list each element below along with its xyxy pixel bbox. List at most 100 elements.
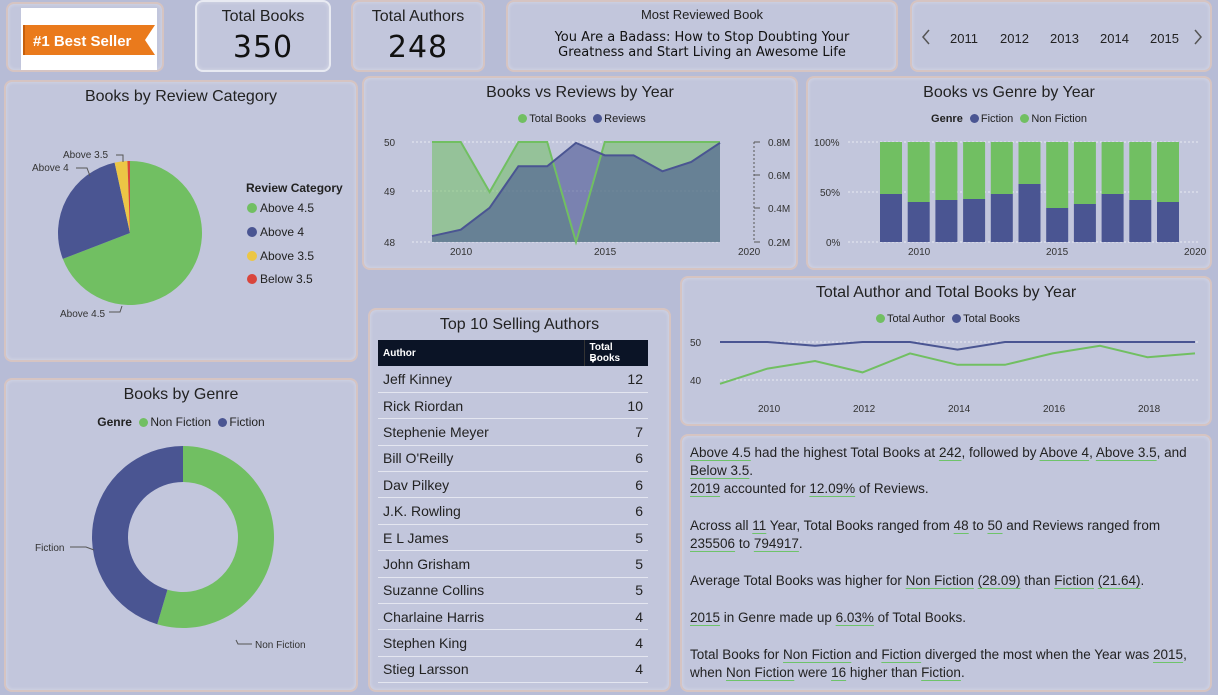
y-right-0-4m: 0.4M: [768, 204, 790, 215]
bar-non-fiction[interactable]: [880, 142, 902, 194]
author-cell: Dav Pilkey: [378, 471, 584, 499]
legend-non-fiction: Non Fiction: [150, 415, 212, 429]
bar-fiction[interactable]: [935, 200, 958, 242]
total-books-cell: 5: [584, 524, 648, 552]
most-reviewed-line2: Greatness and Start Living an Awesome Li…: [558, 45, 846, 60]
top-authors-title: Top 10 Selling Authors: [439, 316, 600, 333]
y-left-50: 50: [384, 138, 396, 149]
x-tick-2020: 2020: [738, 247, 761, 258]
author-cell: Stephenie Meyer: [378, 418, 584, 446]
table-row[interactable]: John Grisham 5: [378, 550, 648, 578]
insight-highlight: Non Fiction: [783, 647, 852, 662]
insight-highlight: Fiction: [1054, 573, 1094, 588]
bar-fiction[interactable]: [1157, 202, 1179, 242]
legend-above-3-5: Above 3.5: [260, 249, 314, 263]
author-cell: J.K. Rowling: [378, 497, 584, 525]
column-header-total-books[interactable]: Total Books ▼: [583, 340, 648, 366]
insight-text: to: [735, 536, 754, 551]
bar-non-fiction[interactable]: [1046, 142, 1069, 208]
bar-fiction[interactable]: [1018, 184, 1041, 242]
bar-non-fiction[interactable]: [1101, 142, 1124, 194]
bar-non-fiction[interactable]: [963, 142, 986, 199]
bar-fiction[interactable]: [1073, 204, 1096, 242]
insight-text: higher than: [846, 665, 922, 680]
year-item-2012[interactable]: 2012: [1000, 31, 1029, 46]
bar-fiction[interactable]: [880, 194, 902, 242]
author-cell: Stieg Larsson: [378, 656, 584, 684]
insight-text: diverged the most when the Year was: [921, 647, 1154, 662]
genre-donut-card: Books by Genre Genre Non Fiction Fiction…: [4, 378, 358, 692]
bar-non-fiction[interactable]: [1129, 142, 1152, 200]
total-books-cell: 6: [584, 471, 648, 499]
table-row[interactable]: Stieg Larsson 4: [378, 656, 648, 684]
genre-legend-title: Genre: [931, 113, 963, 125]
bar-non-fiction[interactable]: [990, 142, 1013, 194]
insight-text: Total Books for: [690, 647, 784, 662]
year-item-2015[interactable]: 2015: [1150, 31, 1179, 46]
books-reviews-title: Books vs Reviews by Year: [486, 84, 674, 101]
table-row[interactable]: Rick Riordan 10: [378, 392, 648, 420]
logo-text: #1 Best Seller: [33, 33, 132, 50]
table-row[interactable]: Stephen King 4: [378, 629, 648, 657]
table-row[interactable]: Stephenie Meyer 7: [378, 418, 648, 446]
bar-non-fiction[interactable]: [1018, 142, 1041, 184]
insight-highlight: 242: [938, 445, 962, 460]
insight-text: Year, Total Books ranged from: [766, 518, 954, 533]
insight-paragraph-5: Total Books for Non Fiction and Fiction …: [690, 646, 1204, 682]
table-row[interactable]: Suzanne Collins 5: [378, 577, 648, 605]
table-row[interactable]: E L James 5: [378, 524, 648, 552]
y-tick-50: 50: [690, 338, 702, 349]
review-legend-title: Review Category: [246, 181, 343, 195]
table-row[interactable]: Charlaine Harris 4: [378, 603, 648, 631]
legend-above-4: Above 4: [260, 225, 304, 239]
author-books-card: Total Author and Total Books by Year Tot…: [680, 276, 1212, 426]
author-cell: Bill O'Reilly: [378, 445, 584, 473]
insight-text: of Reviews.: [855, 481, 929, 496]
bar-fiction[interactable]: [1101, 194, 1124, 242]
author-cell: Rick Riordan: [378, 392, 584, 420]
bar-non-fiction[interactable]: [935, 142, 958, 200]
bar-non-fiction[interactable]: [907, 142, 930, 202]
insight-highlight: Non Fiction: [726, 665, 795, 680]
insight-highlight: 48: [953, 518, 969, 533]
books-genre-card: Books vs Genre by Year Genre Fiction Non…: [806, 76, 1212, 270]
year-slicer[interactable]: 2011 2012 2013 2014 2015: [910, 0, 1212, 72]
author-books-chart: 50 40 2010 2012 2014 2016 2018: [690, 338, 1198, 415]
x-tick-2015: 2015: [1046, 247, 1069, 258]
legend-total-books: Total Books: [963, 313, 1021, 325]
insight-highlight: 794917: [753, 536, 799, 551]
table-row[interactable]: Bill O'Reilly 6: [378, 445, 648, 473]
y-right-0-2m: 0.2M: [768, 238, 790, 249]
insight-text: of Total Books.: [873, 610, 966, 625]
bar-fiction[interactable]: [1129, 200, 1152, 242]
review-category-card: Books by Review Category Above 3.5 Above…: [4, 80, 358, 362]
table-row[interactable]: Dav Pilkey 6: [378, 471, 648, 499]
books-genre-chart: 100% 50% 0% 2010 2015 2020: [814, 138, 1207, 258]
insight-text: .: [960, 665, 965, 680]
bar-non-fiction[interactable]: [1073, 142, 1096, 204]
insight-text: and: [851, 647, 882, 662]
chevron-right-icon[interactable]: [1192, 28, 1204, 46]
total-books-cell: 4: [584, 603, 648, 631]
insight-highlight: 50: [987, 518, 1003, 533]
x-tick-2015: 2015: [594, 247, 617, 258]
year-item-2014[interactable]: 2014: [1100, 31, 1129, 46]
insight-text: Average Total Books was higher for: [690, 573, 906, 588]
bar-fiction[interactable]: [907, 202, 930, 242]
year-item-2013[interactable]: 2013: [1050, 31, 1079, 46]
table-row[interactable]: J.K. Rowling 6: [378, 497, 648, 525]
genre-donut-legend: Genre Non Fiction Fiction: [6, 415, 356, 429]
bar-fiction[interactable]: [990, 194, 1013, 242]
chevron-left-icon[interactable]: [920, 28, 932, 46]
bar-non-fiction[interactable]: [1157, 142, 1179, 202]
books-reviews-chart: 50 49 48 0.8M 0.6M 0.4M 0.2M 2010 2015 2…: [384, 138, 790, 258]
insight-highlight: 2019: [690, 481, 721, 496]
column-header-author[interactable]: Author: [378, 340, 584, 366]
table-row[interactable]: Jeff Kinney 12: [378, 366, 648, 393]
kpi-total-books-value: 350: [232, 30, 294, 65]
year-item-2011[interactable]: 2011: [950, 31, 978, 46]
insight-text: , and: [1156, 445, 1187, 460]
bar-fiction[interactable]: [963, 199, 986, 242]
author-books-legend: Total Author Total Books: [682, 313, 1210, 325]
bar-fiction[interactable]: [1046, 208, 1069, 242]
